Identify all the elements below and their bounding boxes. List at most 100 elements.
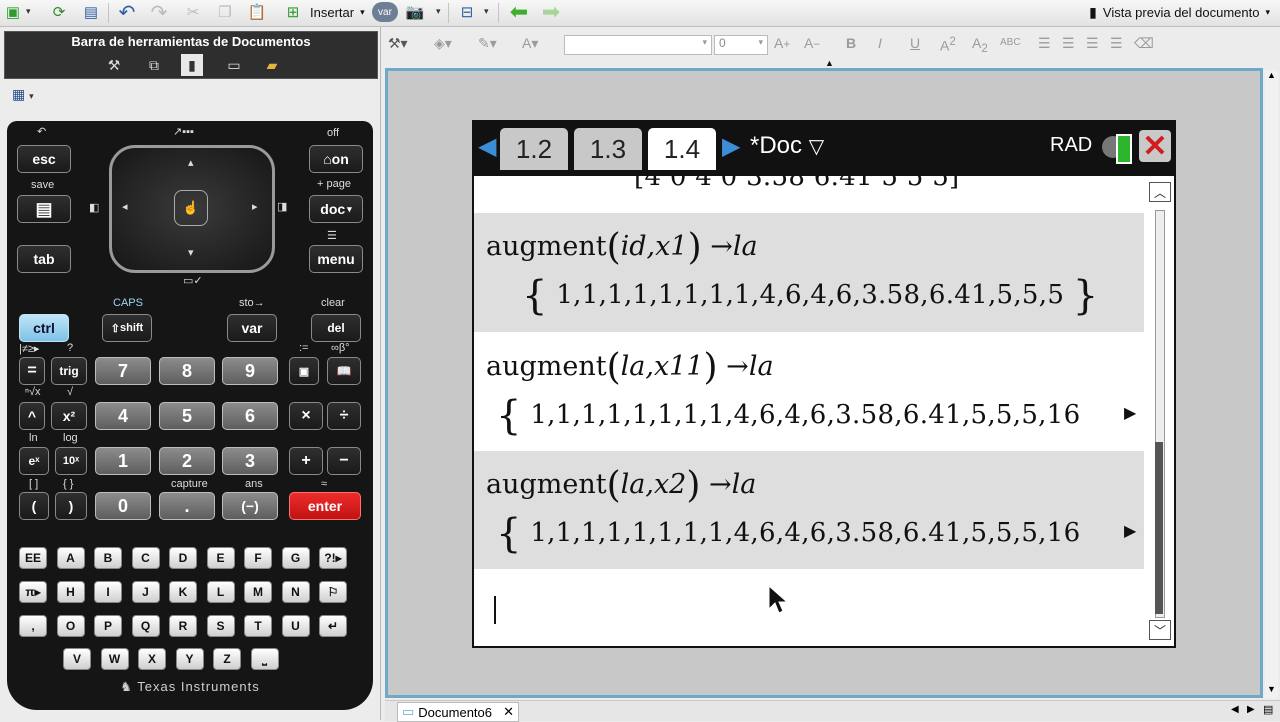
letter-key[interactable]: C xyxy=(131,547,160,569)
tab-1-3[interactable]: 1.3 xyxy=(574,128,642,170)
enter-key[interactable]: enter xyxy=(289,492,361,520)
next-tab-arrow-icon[interactable]: ▶ xyxy=(722,132,740,161)
tenx-key[interactable]: 10ˣ xyxy=(55,447,87,475)
scroll-up-icon[interactable]: ▲ xyxy=(1267,70,1276,80)
camera-icon[interactable]: 📷 xyxy=(404,2,426,22)
letter-key[interactable]: O xyxy=(56,615,85,637)
minus-key[interactable]: − xyxy=(327,447,361,475)
letter-key[interactable]: X xyxy=(138,648,166,670)
letter-key[interactable]: V xyxy=(63,648,91,670)
scratchpad-key[interactable]: ▤ xyxy=(17,195,71,223)
key-0[interactable]: 0 xyxy=(95,492,151,520)
del-key[interactable]: del xyxy=(311,314,361,342)
tools-icon[interactable]: ⚒▾ xyxy=(388,35,408,52)
letter-key[interactable]: S xyxy=(206,615,235,637)
chevron-down-icon[interactable]: ▾ xyxy=(26,6,31,17)
history-entry-1[interactable]: augment(id,x1) →la { 1,1,1,1,1,1,1,1,4,6… xyxy=(474,213,1144,332)
letter-key[interactable]: M xyxy=(244,581,272,603)
letter-key[interactable]: ⎵ xyxy=(250,648,279,670)
document-preview-selector[interactable]: ▮ Vista previa del documento ▾ xyxy=(1089,2,1270,22)
scroll-down-button[interactable]: ﹀ xyxy=(1149,620,1171,640)
plus-key[interactable]: + xyxy=(289,447,323,475)
save-icon[interactable]: ▤ xyxy=(80,2,102,22)
next-document-arrow-icon[interactable]: ▶ xyxy=(1247,704,1255,715)
caret-key[interactable]: ^ xyxy=(19,402,45,430)
click-center-icon[interactable]: ☝ xyxy=(174,190,208,226)
letter-key[interactable]: ?!▸ xyxy=(319,547,347,569)
history-entry-3[interactable]: augment(la,x2) →la { 1,1,1,1,1,1,1,1,4,6… xyxy=(474,451,1144,569)
on-key[interactable]: ⌂ on xyxy=(309,145,363,173)
page-layout-icon[interactable]: ⊟ xyxy=(456,2,478,22)
negative-key[interactable]: (−) xyxy=(222,492,278,520)
key-9[interactable]: 9 xyxy=(222,357,278,385)
scroll-right-arrow-icon[interactable]: ▶ xyxy=(1124,403,1136,422)
letter-key[interactable]: I xyxy=(94,581,122,603)
letter-key[interactable]: P xyxy=(94,615,122,637)
scroll-down-icon[interactable]: ▼ xyxy=(1267,684,1276,694)
touchpad[interactable]: ▴ ▾ ◂ ▸ ☝ xyxy=(109,145,275,273)
equals-key[interactable]: = xyxy=(19,357,45,385)
letter-key[interactable]: K xyxy=(169,581,197,603)
workspace-scrollbar[interactable]: ▲ ▼ xyxy=(1265,70,1278,698)
ctrl-key[interactable]: ctrl xyxy=(19,314,69,342)
esc-key[interactable]: esc xyxy=(17,145,71,173)
key-2[interactable]: 2 xyxy=(159,447,215,475)
scroll-right-arrow-icon[interactable]: ▶ xyxy=(1124,521,1136,540)
new-document-icon[interactable]: ▣ xyxy=(2,2,24,22)
square-key[interactable]: x² xyxy=(51,402,87,430)
chevron-down-icon[interactable]: ▾ xyxy=(484,6,489,17)
exp-key[interactable]: eˣ xyxy=(19,447,49,475)
key-6[interactable]: 6 xyxy=(222,402,278,430)
letter-key[interactable]: L xyxy=(206,581,235,603)
calculator-view-selector[interactable]: ▦ ▾ xyxy=(12,86,46,104)
tab-1-2[interactable]: 1.2 xyxy=(500,128,568,170)
letter-key[interactable]: D xyxy=(169,547,197,569)
document-menu[interactable]: *Doc ▽ xyxy=(750,132,824,160)
trig-key[interactable]: trig xyxy=(51,357,87,385)
close-tab-icon[interactable]: ✕ xyxy=(503,704,514,720)
chevron-down-icon[interactable]: ▾ xyxy=(436,6,441,17)
letter-key[interactable]: W xyxy=(100,648,129,670)
scroll-thumb[interactable] xyxy=(1155,442,1163,614)
undo-icon[interactable]: ↶ xyxy=(116,2,138,24)
letter-key[interactable]: B xyxy=(94,547,122,569)
paste-icon[interactable]: 📋 xyxy=(246,2,268,22)
insert-menu[interactable]: Insertar ▾ xyxy=(310,1,365,23)
key-4[interactable]: 4 xyxy=(95,402,151,430)
history-scrollbar[interactable]: ︿ ﹀ xyxy=(1147,180,1171,646)
letter-key[interactable]: ↵ xyxy=(319,615,347,637)
letter-key[interactable]: , xyxy=(19,615,47,637)
utilities-icon[interactable]: ▭ xyxy=(223,56,245,74)
key-1[interactable]: 1 xyxy=(95,447,151,475)
key-8[interactable]: 8 xyxy=(159,357,215,385)
key-7[interactable]: 7 xyxy=(95,357,151,385)
variables-button[interactable]: var xyxy=(372,2,398,22)
templates-key[interactable]: ▣ xyxy=(289,357,319,385)
document-tab[interactable]: ▭ Documento6 ✕ xyxy=(397,702,519,722)
letter-key[interactable]: Q xyxy=(131,615,160,637)
letter-key[interactable]: Y xyxy=(175,648,204,670)
letter-key[interactable]: H xyxy=(56,581,85,603)
letter-key[interactable]: R xyxy=(169,615,197,637)
multiply-key[interactable]: × xyxy=(289,402,323,430)
letter-key[interactable]: EE xyxy=(19,547,47,569)
letter-key[interactable]: N xyxy=(281,581,310,603)
divide-key[interactable]: ÷ xyxy=(327,402,361,430)
previous-document-arrow-icon[interactable]: ◀ xyxy=(1231,704,1239,715)
tools-icon[interactable]: ⚒ xyxy=(103,56,125,74)
catalog-key[interactable]: 📖 xyxy=(327,357,361,385)
letter-key[interactable]: U xyxy=(281,615,310,637)
scroll-up-button[interactable]: ︿ xyxy=(1149,182,1171,202)
menu-key[interactable]: menu xyxy=(309,245,363,273)
var-key[interactable]: var xyxy=(227,314,277,342)
insert-icon[interactable]: ⊞ xyxy=(282,2,304,22)
letter-key[interactable]: T xyxy=(244,615,272,637)
handheld-emulator-icon[interactable]: ▮ xyxy=(181,54,203,76)
document-list-icon[interactable]: ▤ xyxy=(1263,703,1273,716)
decimal-key[interactable]: . xyxy=(159,492,215,520)
doc-key[interactable]: doc ▾ xyxy=(309,195,363,223)
letter-key[interactable]: Z xyxy=(213,648,241,670)
open-folder-icon[interactable]: ⟳ xyxy=(48,2,70,22)
letter-key[interactable]: J xyxy=(131,581,160,603)
close-button[interactable]: ✕ xyxy=(1139,130,1171,163)
